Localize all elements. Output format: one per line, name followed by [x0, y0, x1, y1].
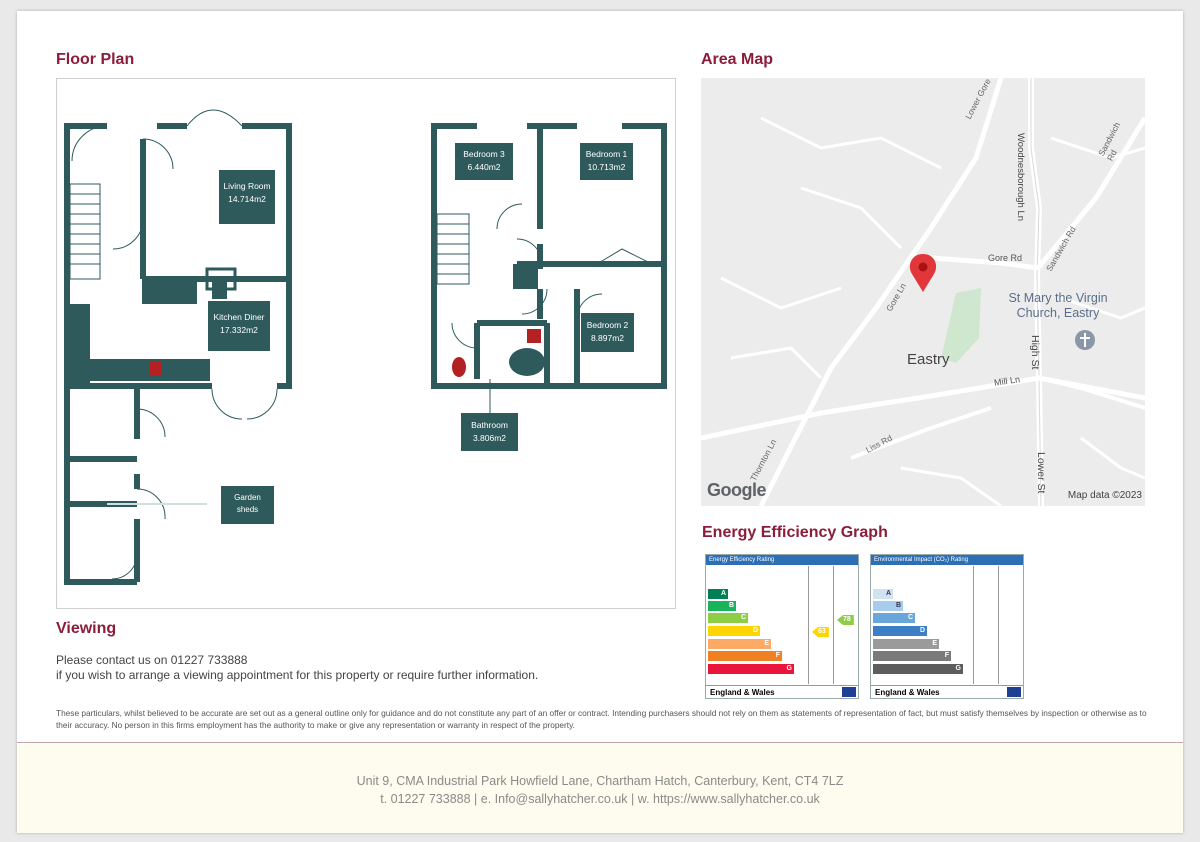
- brochure-page: Floor Plan Area Map Living Room 14.714m2…: [17, 11, 1183, 833]
- room-label-living: Living Room 14.714m2: [219, 170, 275, 224]
- ee-band-g: G: [708, 664, 794, 674]
- ee-band-f: F: [708, 651, 782, 661]
- map-label-woodnesborough-ln: Woodnesborough Ln: [1015, 133, 1026, 222]
- disclaimer-text: These particulars, whilst believed to be…: [56, 708, 1147, 730]
- ei-band-d: D: [873, 626, 927, 636]
- eu-flag-icon: [1007, 687, 1021, 697]
- footer: Unit 9, CMA Industrial Park Howfield Lan…: [17, 744, 1183, 833]
- ei-band-g: G: [873, 664, 963, 674]
- church-marker-icon: [1075, 330, 1095, 350]
- ee-band-e: E: [708, 639, 771, 649]
- google-logo: Google: [707, 480, 767, 500]
- environmental-impact-chart: Environmental Impact (CO₂) Rating A B C …: [870, 554, 1024, 699]
- room-label-kitchen: Kitchen Diner 17.332m2: [208, 301, 270, 351]
- room-label-sheds: Garden sheds: [221, 486, 274, 524]
- ee-potential-score: 78: [837, 615, 854, 625]
- ei-band-c: C: [873, 613, 915, 623]
- ei-band-a: A: [873, 589, 893, 599]
- viewing-info-line: if you wish to arrange a viewing appoint…: [56, 668, 539, 682]
- ei-region: England & Wales: [871, 685, 1023, 698]
- map-label-eastry: Eastry: [907, 351, 950, 368]
- location-pin-icon[interactable]: [909, 254, 937, 292]
- ee-band-b: B: [708, 601, 736, 611]
- viewing-text: Please contact us on 01227 733888 if you…: [56, 653, 538, 683]
- energy-efficiency-chart: Energy Efficiency Rating A B C D E F G 6…: [705, 554, 859, 699]
- room-label-bedroom1: Bedroom 1 10.713m2: [580, 143, 633, 180]
- ei-chart-title: Environmental Impact (CO₂) Rating: [871, 555, 1023, 565]
- map-attribution: Map data ©2023: [1067, 490, 1142, 501]
- ei-band-e: E: [873, 639, 939, 649]
- map-label-lower-st: Lower St: [1035, 452, 1047, 494]
- footer-divider: [17, 742, 1183, 743]
- footer-contact: t. 01227 733888 | e. Info@sallyhatcher.c…: [380, 792, 820, 806]
- floor-plan-image: Living Room 14.714m2 Kitchen Diner 17.332m…: [56, 78, 676, 609]
- ee-band-a: A: [708, 589, 728, 599]
- room-label-bathroom: Bathroom 3.806m2: [461, 413, 518, 451]
- area-map[interactable]: Lower Gore Ln Woodnesborough Ln Sandwich…: [701, 78, 1145, 506]
- ee-region: England & Wales: [706, 685, 858, 698]
- ee-current-score: 63: [812, 627, 829, 637]
- ee-chart-title: Energy Efficiency Rating: [706, 555, 858, 565]
- footer-address: Unit 9, CMA Industrial Park Howfield Lan…: [356, 774, 844, 788]
- area-map-title: Area Map: [701, 51, 774, 68]
- ei-band-f: F: [873, 651, 951, 661]
- map-label-gore-rd: Gore Rd: [988, 253, 1023, 263]
- map-label-church: St Mary the Virgin Church, Eastry: [1008, 291, 1108, 320]
- ei-band-b: B: [873, 601, 903, 611]
- room-label-bedroom3: Bedroom 3 6.440m2: [455, 143, 513, 180]
- viewing-contact-line: Please contact us on 01227 733888: [56, 653, 248, 667]
- eu-flag-icon: [842, 687, 856, 697]
- viewing-title: Viewing: [56, 620, 117, 637]
- map-label-high-st: High St: [1029, 335, 1041, 370]
- ee-band-c: C: [708, 613, 748, 623]
- floor-plan-title: Floor Plan: [56, 51, 135, 68]
- ee-band-d: D: [708, 626, 760, 636]
- energy-graph-title: Energy Efficiency Graph: [702, 524, 888, 541]
- room-label-bedroom2: Bedroom 2 8.897m2: [581, 313, 634, 352]
